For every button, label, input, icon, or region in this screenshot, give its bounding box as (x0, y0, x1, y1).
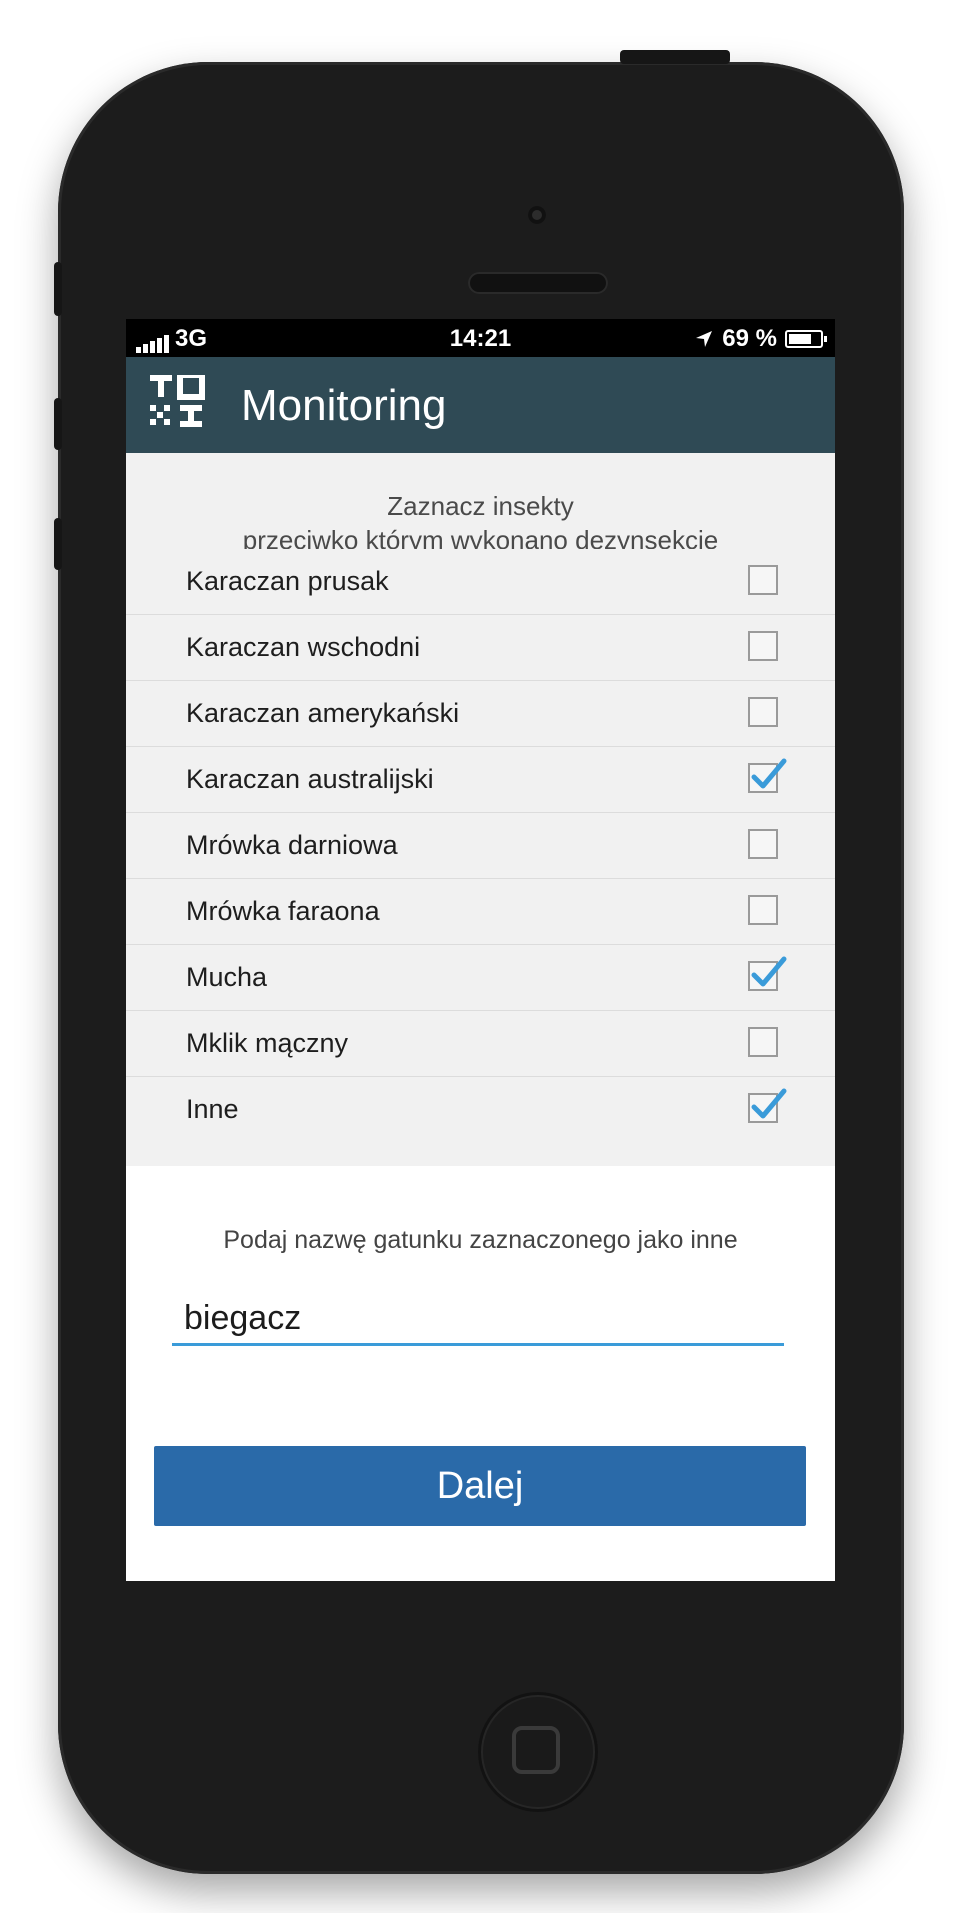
battery-icon (785, 330, 827, 348)
checkbox[interactable] (748, 697, 778, 727)
list-item[interactable]: Mklik mączny (126, 1011, 835, 1077)
next-button[interactable]: Dalej (154, 1446, 806, 1526)
list-item-label: Karaczan australijski (186, 764, 434, 794)
list-item-label: Karaczan prusak (186, 566, 389, 596)
screen: 3G 14:21 69 % Monitoring Zaznacz insekty… (126, 319, 835, 1581)
volume-down-button (54, 518, 62, 570)
front-camera (528, 206, 546, 224)
checkbox[interactable] (748, 1027, 778, 1057)
list-item[interactable]: Mrówka darniowa (126, 813, 835, 879)
instructions-line-1: Zaznacz insekty (387, 491, 574, 521)
list-item-label: Karaczan wschodni (186, 632, 421, 662)
checkbox[interactable] (748, 956, 787, 991)
list-item[interactable]: Mucha (126, 945, 835, 1011)
insect-list: Karaczan prusak Karaczan wschodni Karaczan… (126, 549, 835, 1142)
list-item-label: Mrówka darniowa (186, 830, 398, 860)
earpiece-speaker (468, 272, 608, 294)
list-item[interactable]: Karaczan wschodni (126, 615, 835, 681)
list-item-label: Mrówka faraona (186, 896, 380, 926)
checkmark-icon (751, 1088, 787, 1119)
checkbox[interactable] (748, 829, 778, 859)
home-button[interactable] (478, 1692, 598, 1812)
list-item[interactable]: Karaczan amerykański (126, 681, 835, 747)
power-button (620, 50, 730, 64)
list-item-label: Karaczan amerykański (186, 698, 460, 728)
list-item-label: Mucha (186, 962, 268, 992)
other-species-input[interactable] (172, 1294, 784, 1342)
other-species-field (172, 1294, 784, 1346)
status-bar: 3G 14:21 69 % (126, 319, 835, 357)
battery-percent: 69 % (722, 325, 777, 352)
app-bar: Monitoring (126, 357, 835, 453)
mute-switch (54, 262, 62, 316)
list-item-label: Mklik mączny (186, 1028, 349, 1058)
other-species-section: Podaj nazwę gatunku zaznaczonego jako in… (126, 1166, 835, 1581)
home-square-icon (512, 1726, 560, 1774)
checkmark-icon (751, 758, 787, 789)
checkbox[interactable] (748, 895, 778, 925)
list-item[interactable]: Karaczan australijski (126, 747, 835, 813)
list-item[interactable]: Mrówka faraona (126, 879, 835, 945)
list-item-label: Inne (186, 1094, 239, 1124)
app-title: Monitoring (241, 381, 447, 430)
instructions: Zaznacz insekty przeciwko którym wykonan… (126, 489, 835, 557)
checkbox[interactable] (748, 1088, 787, 1123)
location-arrow-icon (696, 331, 713, 347)
checkmark-icon (751, 956, 787, 987)
other-species-prompt: Podaj nazwę gatunku zaznaczonego jako in… (223, 1226, 738, 1254)
toxi-logo (150, 375, 205, 427)
checkbox[interactable] (748, 631, 778, 661)
checkbox[interactable] (748, 758, 787, 793)
list-item[interactable]: Inne (126, 1077, 835, 1142)
checkbox[interactable] (748, 565, 778, 595)
list-item[interactable]: Karaczan prusak (126, 549, 835, 615)
volume-up-button (54, 398, 62, 450)
